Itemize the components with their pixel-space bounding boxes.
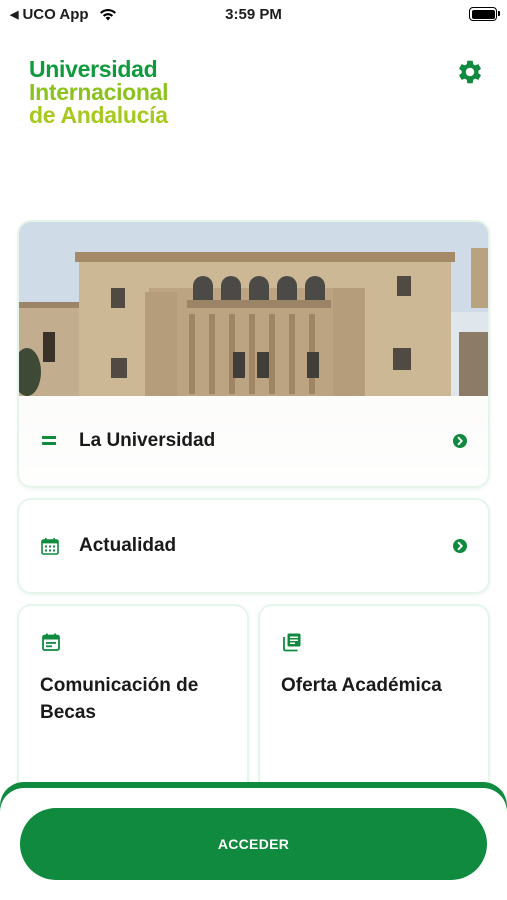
status-time: 3:59 PM [225,6,282,23]
oferta-academica-label: Oferta Académica [281,675,442,696]
calendar-icon [41,538,59,555]
logo-line-2: Internacional [29,79,169,105]
menu-lines-icon [42,436,56,445]
comunicacion-becas-card[interactable]: Comunicación de Becas [19,606,247,806]
chevron-right-icon [453,434,467,448]
gear-icon[interactable] [456,58,484,86]
event-note-icon [42,633,60,651]
chevron-right-icon [453,539,467,553]
logo-line-1: Universidad [29,56,158,82]
actualidad-label: Actualidad [79,535,177,556]
oferta-academica-card[interactable]: Oferta Académica [260,606,488,806]
la-universidad-row: La Universidad [19,396,488,486]
la-universidad-card[interactable]: La Universidad [19,222,488,486]
status-bar: ◀ UCO App 3:59 PM [0,0,507,30]
la-universidad-label: La Universidad [79,430,216,451]
battery-icon [469,7,500,21]
acceder-button[interactable]: ACCEDER [20,808,487,880]
comunicacion-becas-label: Comunicación de Becas [40,675,199,723]
logo-line-3: de Andalucía [29,102,168,128]
actualidad-card[interactable]: Actualidad [19,500,488,592]
uia-logo: Universidad Internacional de Andalucía [29,56,169,128]
actualidad-row: Actualidad [19,500,488,592]
library-books-icon [283,633,301,652]
